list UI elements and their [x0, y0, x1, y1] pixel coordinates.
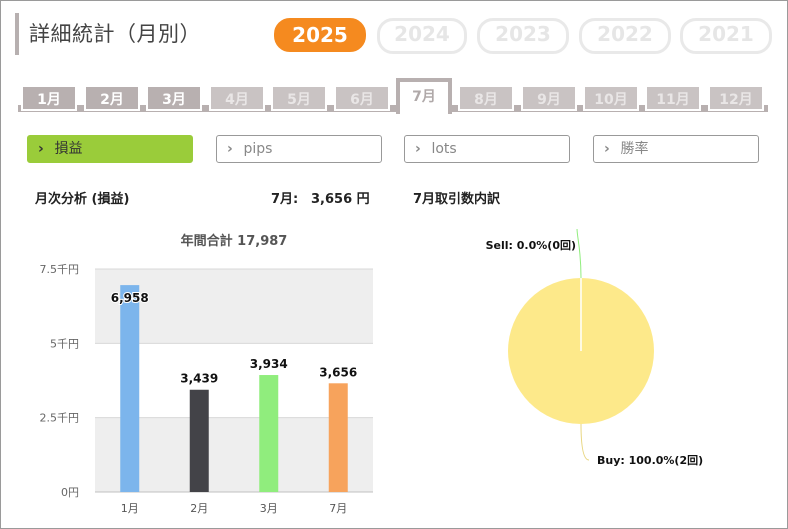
bar	[189, 389, 209, 492]
buy-connector	[580, 423, 590, 461]
month-value-label: 7月:	[271, 192, 299, 207]
month-value: 3,656 円	[311, 192, 370, 207]
metric-label: pips	[243, 141, 273, 157]
trade-breakdown-pie-chart: Sell: 0.0%(0回) Buy: 100.0%(2回)	[486, 229, 703, 467]
sell-label: Sell: 0.0%(0回)	[486, 238, 576, 252]
x-tick-label: 2月	[190, 502, 208, 515]
month-tab-4[interactable]: 4月	[209, 85, 265, 111]
monthly-profit-bar-chart: 年間合計 17,987 0円 2.5千円 5千円 7.5千円 6,958 1月 3,439 2月…	[40, 233, 373, 515]
month-tab-10[interactable]: 10月	[583, 85, 639, 111]
page-title: 詳細統計（月別）	[29, 22, 201, 46]
breakdown-label: 7月取引数内訳	[413, 192, 501, 207]
x-tick-label: 1月	[121, 502, 139, 515]
metric-label: 損益	[54, 141, 83, 157]
month-tab-11[interactable]: 11月	[645, 85, 701, 111]
year-tab-2024[interactable]: 2024	[377, 18, 467, 54]
metric-button-profit[interactable]: › 損益	[27, 135, 193, 163]
sell-connector	[576, 229, 582, 279]
chart-title: 年間合計 17,987	[181, 233, 288, 249]
month-tab-6[interactable]: 6月	[334, 85, 390, 111]
month-tab-2[interactable]: 2月	[84, 85, 140, 111]
year-tab-2023[interactable]: 2023	[477, 18, 569, 54]
year-tab-2022[interactable]: 2022	[579, 18, 671, 54]
chevron-right-icon: ›	[415, 141, 421, 157]
metric-label: 勝率	[620, 141, 649, 157]
metric-button-winrate[interactable]: › 勝率	[593, 135, 759, 163]
month-tab-7[interactable]: 7月	[396, 78, 452, 114]
monthly-analysis-label: 月次分析 (損益)	[35, 192, 130, 207]
month-tab-12[interactable]: 12月	[708, 85, 764, 111]
metric-label: lots	[431, 141, 457, 157]
month-tab-9[interactable]: 9月	[521, 85, 577, 111]
month-tab-1[interactable]: 1月	[21, 85, 77, 111]
bar-value-label: 6,958	[111, 291, 149, 305]
chevron-right-icon: ›	[604, 141, 610, 157]
bar	[259, 375, 279, 492]
month-tab-5[interactable]: 5月	[271, 85, 327, 111]
bar	[328, 383, 348, 492]
title-accent-bar	[15, 13, 19, 55]
bar	[120, 285, 140, 492]
month-tab-8[interactable]: 8月	[458, 85, 514, 111]
y-tick-label: 7.5千円	[40, 263, 80, 276]
y-tick-label: 2.5千円	[40, 412, 80, 425]
month-tab-3[interactable]: 3月	[146, 85, 202, 111]
bar-value-label: 3,439	[180, 372, 218, 386]
bar-value-label: 3,934	[250, 357, 288, 371]
stats-panel: 詳細統計（月別） 2025 2024 2023 2022 2021 1月 2月 …	[0, 0, 788, 529]
buy-label: Buy: 100.0%(2回)	[597, 453, 703, 467]
metric-button-pips[interactable]: › pips	[216, 135, 382, 163]
year-tab-2025[interactable]: 2025	[274, 18, 366, 52]
chevron-right-icon: ›	[38, 141, 44, 157]
y-tick-label: 0円	[61, 486, 79, 499]
bar-value-label: 3,656	[319, 365, 357, 379]
y-tick-label: 5千円	[50, 337, 79, 350]
year-tab-2021[interactable]: 2021	[680, 18, 772, 54]
chevron-right-icon: ›	[227, 141, 233, 157]
x-tick-label: 3月	[260, 502, 278, 515]
metric-button-lots[interactable]: › lots	[404, 135, 570, 163]
x-tick-label: 7月	[329, 502, 347, 515]
